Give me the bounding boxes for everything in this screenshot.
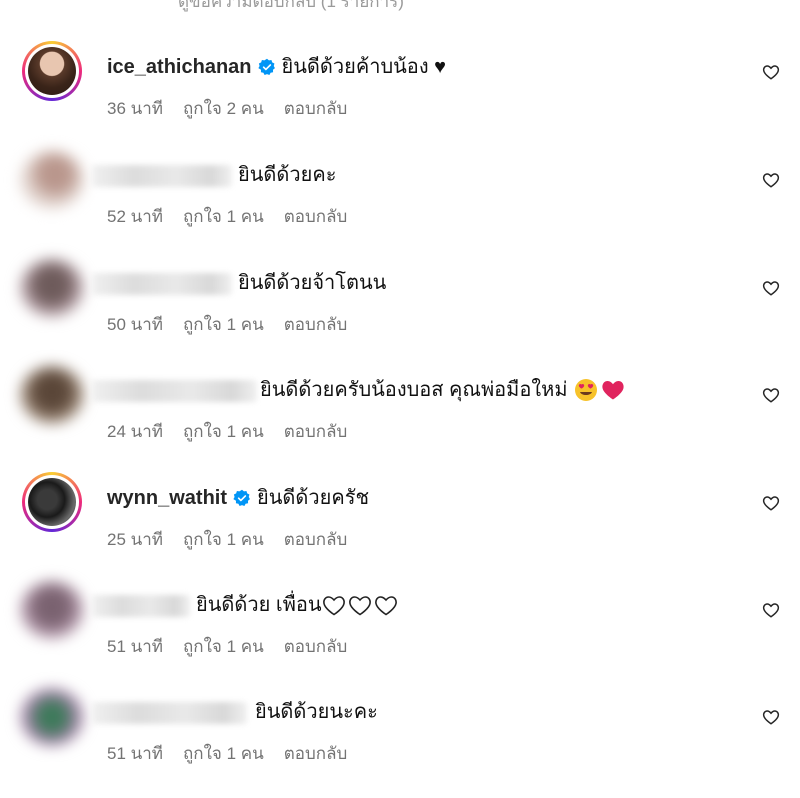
verified-badge-icon <box>257 58 275 75</box>
comment-time[interactable]: 51 นาที <box>107 740 163 767</box>
comment-item: ยินดีด้วยครับน้องบอส คุณพ่อมือใหม่ 24 นา… <box>0 364 800 460</box>
white-heart-emoji <box>322 596 345 616</box>
comment-item: wynn_wathit ยินดีด้วยครัช 25 นาที ถูกใจ … <box>0 472 800 568</box>
heart-outline-icon[interactable] <box>762 708 780 726</box>
username[interactable]: wynn_wathit <box>107 486 227 510</box>
top-cut-text[interactable]: ดูข้อความตอบกลับ (1 รายการ) <box>178 0 404 15</box>
username-redacted <box>92 595 190 617</box>
comment-time[interactable]: 25 นาที <box>107 526 163 553</box>
comment-item: ยินดีด้วยนะคะ 51 นาที ถูกใจ 1 คน ตอบกลับ <box>0 686 800 782</box>
avatar[interactable] <box>22 41 82 101</box>
comment-item: ยินดีด้วยคะ 52 นาที ถูกใจ 1 คน ตอบกลับ <box>0 149 800 245</box>
comment-text: ยินดีด้วยนะคะ <box>255 701 378 723</box>
reply-button[interactable]: ตอบกลับ <box>284 418 348 445</box>
username-redacted <box>92 165 232 187</box>
username[interactable]: ice_athichanan <box>107 55 252 79</box>
heart-outline-icon[interactable] <box>762 494 780 512</box>
username-redacted <box>92 380 257 402</box>
comment-text: ยินดีด้วยจ้าโตนน <box>238 272 387 294</box>
comment-item: ice_athichanan ยินดีด้วยค้าบน้อง ♥ 36 นา… <box>0 41 800 137</box>
avatar[interactable] <box>20 366 84 424</box>
heart-outline-icon[interactable] <box>762 63 780 81</box>
comment-time[interactable]: 51 นาที <box>107 633 163 660</box>
like-count[interactable]: ถูกใจ 1 คน <box>183 526 264 553</box>
reply-button[interactable]: ตอบกลับ <box>284 633 348 660</box>
comment-time[interactable]: 52 นาที <box>107 203 163 230</box>
red-heart-emoji <box>601 381 624 400</box>
avatar[interactable] <box>20 259 84 317</box>
comment-time[interactable]: 50 นาที <box>107 311 163 338</box>
avatar[interactable] <box>20 581 84 639</box>
heart-outline-icon[interactable] <box>762 279 780 297</box>
comment-text: ยินดีด้วยครัช <box>257 487 370 509</box>
avatar[interactable] <box>22 472 82 532</box>
comment-item: ยินดีด้วยจ้าโตนน 50 นาที ถูกใจ 1 คน ตอบก… <box>0 257 800 353</box>
reply-button[interactable]: ตอบกลับ <box>284 311 348 338</box>
like-count[interactable]: ถูกใจ 1 คน <box>183 633 264 660</box>
white-heart-emoji <box>348 596 371 616</box>
comment-text: ยินดีด้วยคะ <box>238 164 337 186</box>
like-count[interactable]: ถูกใจ 1 คน <box>183 311 264 338</box>
like-count[interactable]: ถูกใจ 1 คน <box>183 203 264 230</box>
avatar[interactable] <box>20 151 84 209</box>
comment-text: ยินดีด้วยครับน้องบอส คุณพ่อมือใหม่ <box>260 379 568 401</box>
comment-text: ยินดีด้วยค้าบน้อง ♥ <box>281 56 447 78</box>
reply-button[interactable]: ตอบกลับ <box>284 526 348 553</box>
heart-outline-icon[interactable] <box>762 386 780 404</box>
like-count[interactable]: ถูกใจ 1 คน <box>183 740 264 767</box>
heart-outline-icon[interactable] <box>762 601 780 619</box>
heart-eyes-emoji <box>574 379 597 401</box>
username-redacted <box>92 273 232 295</box>
avatar[interactable] <box>20 688 84 746</box>
white-heart-emoji <box>374 596 397 616</box>
comment-item: ยินดีด้วย เพื่อน 51 นาที ถูกใจ 1 คน ตอบก… <box>0 579 800 675</box>
verified-badge-icon <box>233 489 250 506</box>
reply-button[interactable]: ตอบกลับ <box>284 740 348 767</box>
like-count[interactable]: ถูกใจ 1 คน <box>183 418 264 445</box>
username-redacted <box>92 702 247 724</box>
reply-button[interactable]: ตอบกลับ <box>284 95 348 122</box>
like-count[interactable]: ถูกใจ 2 คน <box>183 95 264 122</box>
comment-text: ยินดีด้วย เพื่อน <box>196 594 322 616</box>
heart-outline-icon[interactable] <box>762 171 780 189</box>
comment-time[interactable]: 36 นาที <box>107 95 163 122</box>
reply-button[interactable]: ตอบกลับ <box>284 203 348 230</box>
comment-time[interactable]: 24 นาที <box>107 418 163 445</box>
